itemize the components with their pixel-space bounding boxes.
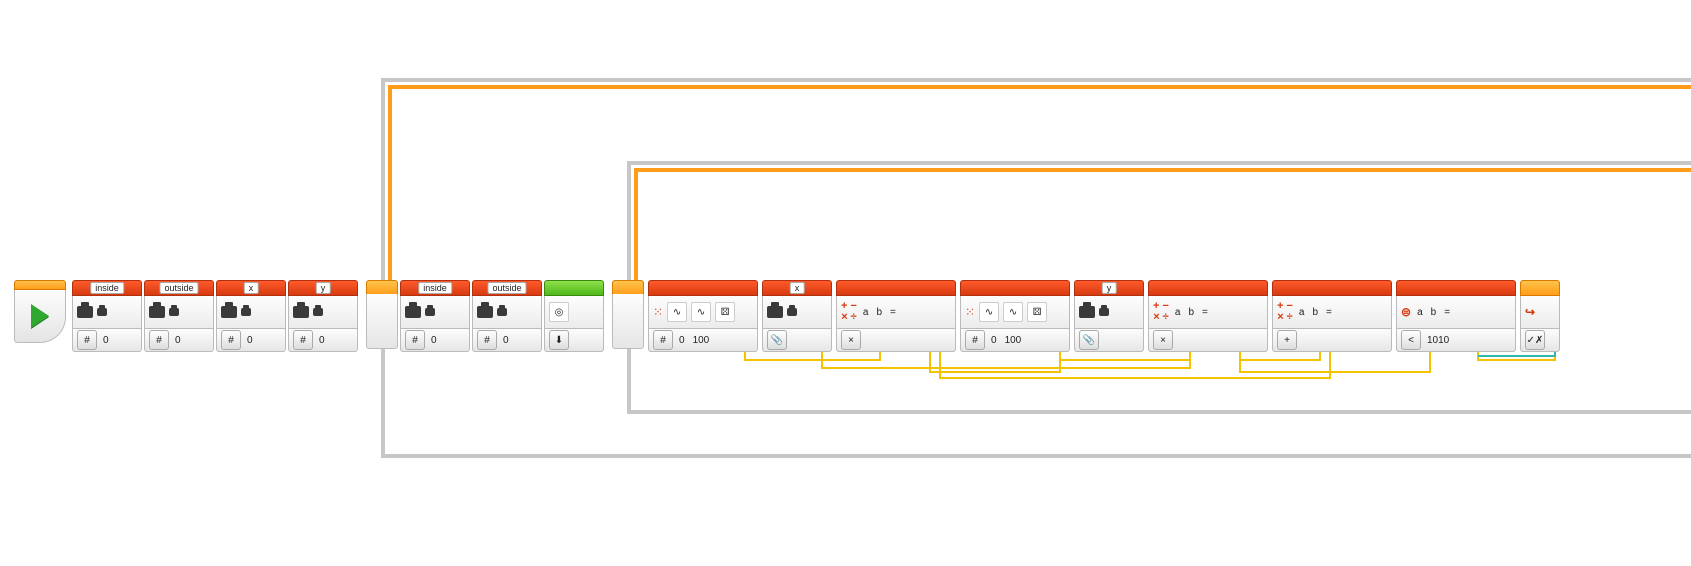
math-multiply-2[interactable]: + −× ÷ a b = × (1148, 280, 1268, 352)
var-name-label: x (244, 282, 259, 294)
var-value[interactable]: 0 (101, 335, 111, 346)
mode-button[interactable]: # (221, 330, 241, 350)
suitcase-icon (169, 308, 179, 316)
operand-label: = (1442, 307, 1452, 318)
var-name-label: y (316, 282, 331, 294)
suitcase-icon (241, 308, 251, 316)
random-block-2[interactable]: ⁙ ∿ ∿ ⚄ # 0 100 (960, 280, 1070, 352)
mode-button[interactable]: # (965, 330, 985, 350)
suitcase-icon (149, 306, 165, 318)
mode-button[interactable]: # (77, 330, 97, 350)
dice-icon: ⚄ (1027, 302, 1047, 322)
var-write-inside-2[interactable]: inside #0 (400, 280, 470, 352)
mode-button[interactable]: # (477, 330, 497, 350)
wave-icon: ∿ (979, 302, 999, 322)
var-name-label: inside (90, 282, 124, 294)
math-add[interactable]: + −× ÷ a b = + (1272, 280, 1392, 352)
switch-block[interactable]: ↪ ✓✗ (1520, 280, 1560, 352)
suitcase-icon (767, 306, 783, 318)
suitcase-icon (97, 308, 107, 316)
wave-icon: ∿ (691, 302, 711, 322)
suitcase-icon (477, 306, 493, 318)
suitcase-icon (293, 306, 309, 318)
var-write-x[interactable]: x #0 (216, 280, 286, 352)
compare-block[interactable]: ⊜ a b = < 1010 (1396, 280, 1516, 352)
var-name-label: outside (487, 282, 526, 294)
math-ops-icon: + −× ÷ (1153, 301, 1169, 323)
operand-label: a (1415, 307, 1425, 318)
suitcase-icon (497, 308, 507, 316)
random-upper[interactable]: 100 (1003, 335, 1024, 346)
var-write-outside[interactable]: outside #0 (144, 280, 214, 352)
operand-label: b (1186, 307, 1196, 318)
suitcase-icon (787, 308, 797, 316)
target-icon: ◎ (549, 302, 569, 322)
wave-icon: ∿ (1003, 302, 1023, 322)
operand-label: a (1173, 307, 1183, 318)
var-value[interactable]: 0 (173, 335, 183, 346)
dice-icon: ⚄ (715, 302, 735, 322)
ev3-program-canvas: inside #0 outside #0 x #0 y #0 inside #0… (0, 0, 1691, 566)
operand-label: a (861, 307, 871, 318)
suitcase-icon (1079, 306, 1095, 318)
mode-button[interactable]: # (293, 330, 313, 350)
var-value[interactable]: 0 (317, 335, 327, 346)
mode-button[interactable]: 📎 (1079, 330, 1099, 350)
math-ops-icon: + −× ÷ (841, 301, 857, 323)
operand-label: = (888, 307, 898, 318)
switch-icon: ↪ (1525, 306, 1535, 318)
math-multiply-1[interactable]: + −× ÷ a b = × (836, 280, 956, 352)
suitcase-icon (221, 306, 237, 318)
operand-label: b (874, 307, 884, 318)
op-button[interactable]: + (1277, 330, 1297, 350)
op-button[interactable]: × (1153, 330, 1173, 350)
var-value[interactable]: 0 (429, 335, 439, 346)
var-name-label: inside (418, 282, 452, 294)
dice-icon: ⁙ (965, 306, 975, 318)
compare-icon: ⊜ (1401, 306, 1411, 318)
operand-label: = (1324, 307, 1334, 318)
operand-label: b (1310, 307, 1320, 318)
wave-icon: ∿ (667, 302, 687, 322)
var-read-y[interactable]: y 📎 (1074, 280, 1144, 352)
random-lower[interactable]: 0 (989, 335, 999, 346)
mode-button[interactable]: # (149, 330, 169, 350)
suitcase-icon (1099, 308, 1109, 316)
var-write-inside[interactable]: inside #0 (72, 280, 142, 352)
op-button[interactable]: < (1401, 330, 1421, 350)
var-name-label: x (790, 282, 805, 294)
mode-button[interactable]: ⬇ (549, 330, 569, 350)
suitcase-icon (405, 306, 421, 318)
mode-button[interactable]: # (653, 330, 673, 350)
var-value[interactable]: 0 (501, 335, 511, 346)
play-icon (31, 304, 49, 328)
op-button[interactable]: × (841, 330, 861, 350)
mode-button[interactable]: # (405, 330, 425, 350)
operand-label: b (1429, 307, 1439, 318)
suitcase-icon (425, 308, 435, 316)
operand-label: = (1200, 307, 1210, 318)
var-name-label: y (1102, 282, 1117, 294)
start-block[interactable] (14, 280, 66, 340)
compare-value[interactable]: 1010 (1425, 335, 1451, 346)
mode-button[interactable]: ✓✗ (1525, 330, 1545, 350)
random-lower[interactable]: 0 (677, 335, 687, 346)
display-block[interactable]: ◎ ⬇ (544, 280, 604, 352)
var-read-x[interactable]: x 📎 (762, 280, 832, 352)
suitcase-icon (313, 308, 323, 316)
suitcase-icon (77, 306, 93, 318)
math-ops-icon: + −× ÷ (1277, 301, 1293, 323)
mode-button[interactable]: 📎 (767, 330, 787, 350)
var-write-outside-2[interactable]: outside #0 (472, 280, 542, 352)
operand-label: a (1297, 307, 1307, 318)
random-block-1[interactable]: ⁙ ∿ ∿ ⚄ # 0 100 (648, 280, 758, 352)
var-write-y[interactable]: y #0 (288, 280, 358, 352)
dice-icon: ⁙ (653, 306, 663, 318)
random-upper[interactable]: 100 (691, 335, 712, 346)
var-value[interactable]: 0 (245, 335, 255, 346)
var-name-label: outside (159, 282, 198, 294)
